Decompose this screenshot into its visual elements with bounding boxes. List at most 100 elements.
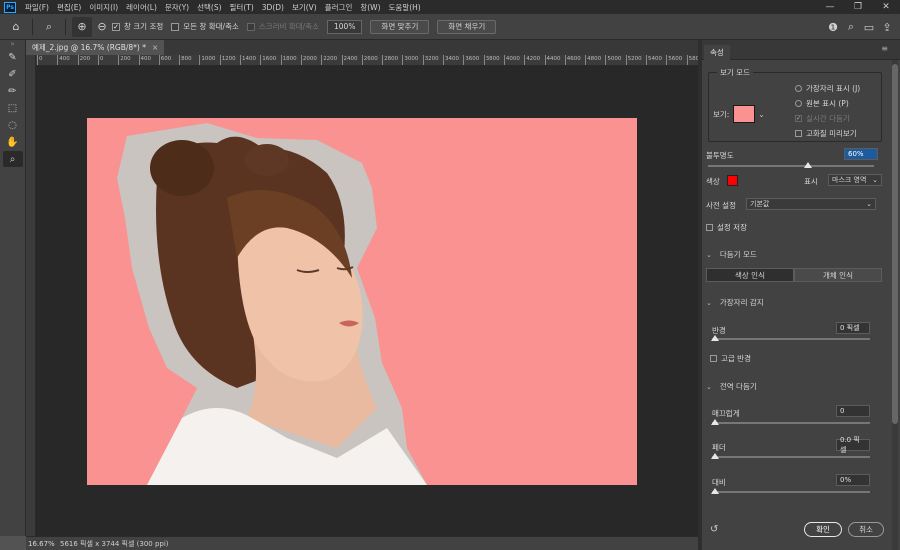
home-icon[interactable]: ⌂ xyxy=(6,17,26,37)
refine-edge-brush-icon[interactable]: ✐ xyxy=(3,66,23,82)
radius-slider[interactable] xyxy=(712,338,870,340)
menu-select[interactable]: 선택(S) xyxy=(193,2,225,13)
status-document-info[interactable]: 5616 픽셀 x 3744 픽셀 (300 ppi) xyxy=(60,539,169,549)
color-aware-button[interactable]: 색상 인식 xyxy=(706,268,794,282)
ruler-tick: 0 xyxy=(37,55,43,65)
refine-mode-title: 다듬기 모드 xyxy=(719,250,757,259)
preset-select[interactable]: 기본값 ⌄ xyxy=(746,198,876,210)
smooth-slider[interactable] xyxy=(712,422,870,424)
quick-selection-icon[interactable]: ✎ xyxy=(3,49,23,65)
separator xyxy=(32,18,33,35)
contrast-slider-knob[interactable] xyxy=(711,488,719,494)
feather-slider[interactable] xyxy=(712,456,870,458)
zoom-icon[interactable]: ⌕ xyxy=(2,151,23,167)
status-zoom[interactable]: 16.67% xyxy=(28,540,55,548)
show-edge-option[interactable]: 가장자리 표시 (J) xyxy=(795,83,860,94)
panel-scrollbar-thumb[interactable] xyxy=(892,64,898,424)
menu-file[interactable]: 파일(F) xyxy=(21,2,53,13)
edge-detection-section[interactable]: ⌄ 가장자리 감지 xyxy=(706,297,764,308)
zoom-tool-preset-icon[interactable]: ⌕ xyxy=(39,17,59,37)
realtime-refine-option[interactable]: ✓ 실시간 다듬기 xyxy=(795,113,850,124)
opacity-field[interactable]: 60% xyxy=(844,148,878,160)
panel-grip[interactable]: » xyxy=(0,40,25,48)
smart-radius-option[interactable]: 고급 반경 xyxy=(710,353,751,364)
smooth-slider-knob[interactable] xyxy=(711,419,719,425)
menu-window[interactable]: 창(W) xyxy=(356,2,384,13)
properties-tab[interactable]: 속성 xyxy=(704,45,730,60)
scrubby-zoom-checkbox[interactable]: 스크러비 확대/축소 xyxy=(246,21,319,32)
contrast-slider[interactable] xyxy=(712,491,870,493)
zoom-out-icon[interactable]: ⊖ xyxy=(92,17,112,37)
menu-layer[interactable]: 레이어(L) xyxy=(122,2,161,13)
close-tab-icon[interactable]: × xyxy=(152,43,158,52)
close-icon[interactable]: ✕ xyxy=(872,0,900,14)
learn-icon[interactable]: ❶ xyxy=(824,17,842,37)
menu-type[interactable]: 문자(Y) xyxy=(161,2,193,13)
view-selector[interactable]: 보기: ⌄ xyxy=(713,105,765,123)
workspace-icon[interactable]: ▭ xyxy=(860,17,878,37)
ruler-tick: 1600 xyxy=(260,55,276,65)
save-settings-option[interactable]: 설정 저장 xyxy=(706,222,747,233)
ruler-tick: 0 xyxy=(97,55,103,65)
opacity-slider-knob[interactable] xyxy=(803,162,812,168)
maximize-icon[interactable]: ❐ xyxy=(844,0,872,14)
zoom-all-checkbox[interactable]: 모든 창 확대/축소 xyxy=(171,21,239,32)
view-thumbnail[interactable] xyxy=(733,105,756,123)
cancel-button[interactable]: 취소 xyxy=(848,522,884,537)
ok-button[interactable]: 확인 xyxy=(804,522,842,537)
panel-scrollbar[interactable] xyxy=(892,60,898,550)
color-swatch[interactable] xyxy=(727,175,738,186)
search-icon[interactable]: ⌕ xyxy=(842,17,860,37)
document-tab[interactable]: 예제_2.jpg @ 16.7% (RGB/8*) * × xyxy=(26,40,165,55)
chevron-down-icon: ⌄ xyxy=(706,298,712,307)
opacity-slider[interactable] xyxy=(708,165,874,167)
hand-icon[interactable]: ✋ xyxy=(3,134,23,150)
radius-field[interactable]: 0 픽셀 xyxy=(836,322,870,334)
radius-slider-knob[interactable] xyxy=(711,335,719,341)
ruler-tick: 4400 xyxy=(544,55,561,65)
smooth-field[interactable]: 0 xyxy=(836,405,870,417)
menu-help[interactable]: 도움말(H) xyxy=(385,2,425,13)
ruler-tick: 2800 xyxy=(382,55,398,65)
minimize-icon[interactable]: — xyxy=(816,0,844,14)
ruler-tick: 4800 xyxy=(585,55,601,65)
document-tab-bar: 예제_2.jpg @ 16.7% (RGB/8*) * × xyxy=(26,40,698,55)
edge-detection-title: 가장자리 감지 xyxy=(719,298,764,307)
menu-image[interactable]: 이미지(I) xyxy=(85,2,122,13)
zoom-in-icon[interactable]: ⊕ xyxy=(72,16,92,37)
object-aware-button[interactable]: 개체 인식 xyxy=(794,268,882,282)
fit-screen-button[interactable]: 화면 맞추기 xyxy=(370,19,430,34)
ruler-tick: 400 xyxy=(57,55,70,65)
panel-menu-icon[interactable]: ≡ xyxy=(881,44,888,53)
ruler-tick: 3400 xyxy=(443,55,459,65)
feather-field[interactable]: 0.0 픽셀 xyxy=(836,436,870,454)
ruler-tick: 3600 xyxy=(463,55,479,65)
lasso-icon[interactable]: ◌ xyxy=(3,117,23,133)
feather-slider-knob[interactable] xyxy=(711,453,719,459)
object-selection-icon[interactable]: ⬚ xyxy=(3,100,23,116)
menu-bar: Ps 파일(F) 편집(E) 이미지(I) 레이어(L) 문자(Y) 선택(S)… xyxy=(0,0,900,14)
hq-preview-option[interactable]: 고화질 미리보기 xyxy=(795,128,857,139)
options-right-icons: ❶ ⌕ ▭ ⇪ xyxy=(824,17,896,37)
global-refine-section[interactable]: ⌄ 전역 다듬기 xyxy=(706,381,757,392)
share-icon[interactable]: ⇪ xyxy=(878,17,896,37)
canvas-area[interactable] xyxy=(36,66,698,536)
fill-screen-button[interactable]: 화면 채우기 xyxy=(437,19,497,34)
show-original-option[interactable]: 원본 표시 (P) xyxy=(795,98,849,109)
menu-3d[interactable]: 3D(D) xyxy=(258,3,288,12)
menu-filter[interactable]: 필터(T) xyxy=(226,2,258,13)
refine-mode-section[interactable]: ⌄ 다듬기 모드 xyxy=(706,249,757,260)
chevron-down-icon[interactable]: ⌄ xyxy=(758,110,764,119)
menu-view[interactable]: 보기(V) xyxy=(288,2,321,13)
photo-canvas[interactable] xyxy=(87,118,637,485)
chevron-down-icon: ⌄ xyxy=(872,176,878,184)
display-select[interactable]: 마스크 영역 ⌄ xyxy=(828,174,882,186)
menu-plugins[interactable]: 플러그인 xyxy=(321,2,357,13)
reset-icon[interactable]: ↺ xyxy=(710,524,718,535)
zoom-value-field[interactable]: 100% xyxy=(327,19,363,34)
menu-edit[interactable]: 편집(E) xyxy=(53,2,85,13)
check-icon: ✓ xyxy=(112,22,120,31)
contrast-field[interactable]: 0% xyxy=(836,474,870,486)
brush-icon[interactable]: ✏ xyxy=(3,83,23,99)
resize-windows-checkbox[interactable]: ✓ 창 크기 조정 xyxy=(112,21,163,32)
